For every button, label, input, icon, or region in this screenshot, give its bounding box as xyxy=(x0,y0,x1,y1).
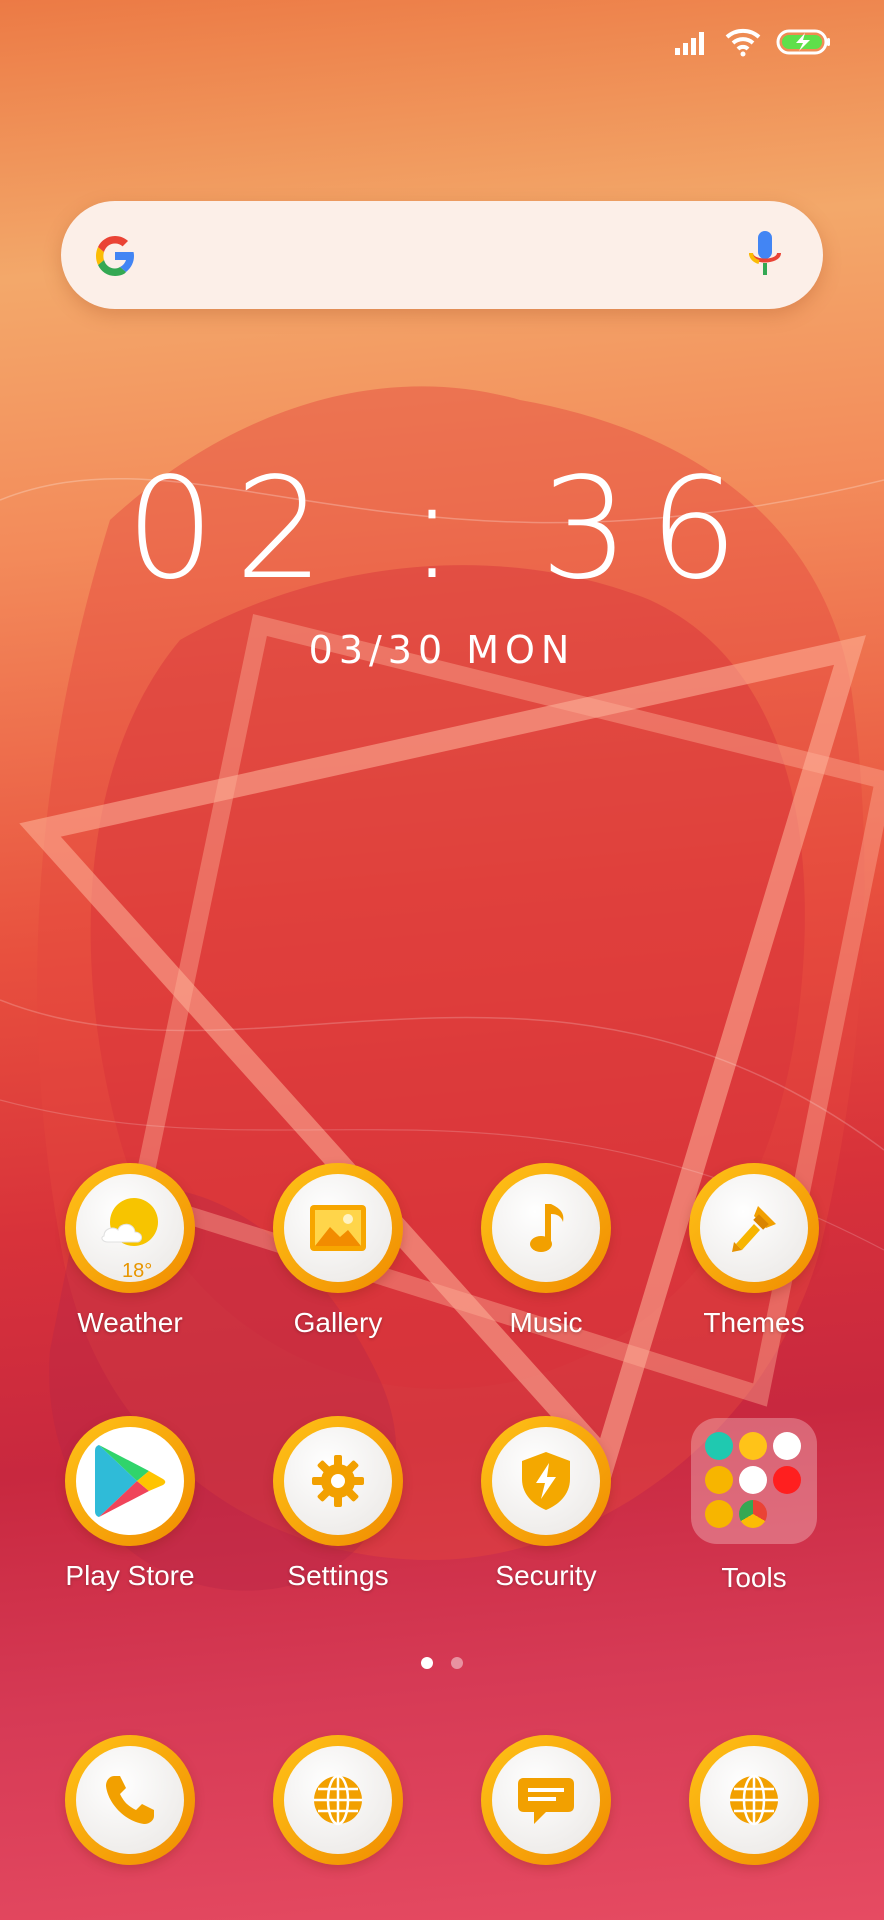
app-tools-folder[interactable]: Tools xyxy=(654,1416,854,1594)
app-label: Themes xyxy=(703,1307,805,1338)
mini-app-icon xyxy=(773,1432,801,1460)
weather-temp: 18° xyxy=(122,1260,153,1282)
app-label: Music xyxy=(509,1307,583,1338)
app-play-store[interactable]: Play Store xyxy=(30,1416,230,1592)
dock-browser-2[interactable] xyxy=(654,1735,854,1865)
mini-app-icon xyxy=(705,1500,733,1528)
google-logo-icon xyxy=(96,236,134,276)
clock-date: 03/30 MON xyxy=(308,628,576,672)
weather-icon xyxy=(101,1198,158,1246)
wifi-icon xyxy=(725,28,761,57)
app-label: Gallery xyxy=(293,1307,383,1338)
google-search-bar[interactable] xyxy=(61,201,823,309)
globe-icon xyxy=(730,1774,778,1826)
page-indicator xyxy=(0,1657,884,1669)
phone-icon xyxy=(106,1776,154,1824)
gear-icon xyxy=(312,1455,364,1507)
search-input[interactable] xyxy=(161,225,705,287)
clock-time[interactable]: 02 : 36 xyxy=(0,455,884,605)
app-weather[interactable]: 18° Weather xyxy=(30,1163,230,1339)
app-settings[interactable]: Settings xyxy=(238,1416,438,1592)
play-store-icon xyxy=(95,1445,166,1517)
chrome-icon xyxy=(739,1500,767,1528)
app-gallery[interactable]: Gallery xyxy=(238,1163,438,1339)
message-icon xyxy=(518,1778,574,1824)
page-dot-active[interactable] xyxy=(421,1657,433,1669)
gallery-icon xyxy=(310,1205,366,1251)
mini-play-icon xyxy=(739,1432,767,1460)
app-label: Play Store xyxy=(65,1560,195,1591)
app-music[interactable]: Music xyxy=(446,1163,646,1339)
folder-icon xyxy=(691,1418,817,1544)
music-note-icon xyxy=(530,1204,564,1252)
globe-icon xyxy=(314,1774,362,1826)
mini-app-icon xyxy=(705,1432,733,1460)
status-bar xyxy=(674,22,832,62)
dock-messages[interactable] xyxy=(446,1735,646,1865)
mini-app-icon xyxy=(705,1466,733,1494)
dock-browser[interactable] xyxy=(238,1735,438,1865)
gmail-icon xyxy=(739,1466,767,1494)
page-dot[interactable] xyxy=(451,1657,463,1669)
app-label: Security xyxy=(495,1560,597,1591)
youtube-icon xyxy=(773,1466,801,1494)
dock-phone[interactable] xyxy=(30,1735,230,1865)
microphone-icon[interactable] xyxy=(745,229,785,283)
paintbrush-icon xyxy=(732,1206,776,1252)
battery-charging-icon xyxy=(776,29,830,55)
app-label: Weather xyxy=(77,1307,183,1338)
shield-icon xyxy=(522,1452,570,1510)
app-label: Tools xyxy=(721,1562,787,1593)
app-security[interactable]: Security xyxy=(446,1416,646,1592)
signal-icon xyxy=(675,32,704,55)
app-themes[interactable]: Themes xyxy=(654,1163,854,1339)
app-label: Settings xyxy=(287,1560,389,1591)
